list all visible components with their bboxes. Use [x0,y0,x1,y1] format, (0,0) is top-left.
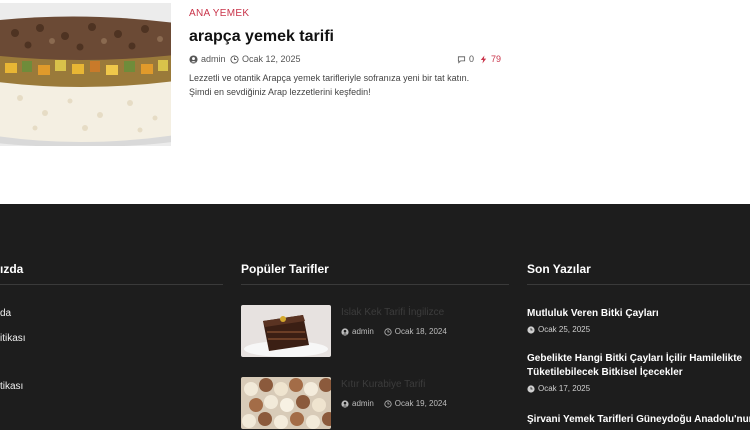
comments-meta[interactable]: 0 [457,54,474,64]
popular-recipe-author[interactable]: admin [341,399,374,408]
author-name: admin [352,327,374,336]
popular-recipe-title[interactable]: Kıtır Kurabiye Tarifi [341,379,425,390]
article-date: Ocak 12, 2025 [242,54,301,64]
recent-post-item[interactable]: Şirvani Yemek Tarifleri Güneydoğu Anadol… [527,413,750,427]
recent-post-title-text: Tüketilebilecek Bitkisel İçecekler [527,367,683,378]
author-name: admin [201,54,226,64]
recent-post-title[interactable]: Şirvani Yemek Tarifleri Güneydoğu Anadol… [527,413,750,427]
footer-link[interactable]: da [0,308,11,319]
chocolate-cake-image [241,305,331,357]
recent-post-title[interactable]: Gebelikte Hangi Bitki Çayları İçilir Ham… [527,352,750,380]
article-title[interactable]: arapça yemek tarifi [189,28,334,46]
clock-icon [230,54,239,64]
recent-post-title[interactable]: Mutluluk Veren Bitki Çayları [527,307,750,321]
comment-icon [457,55,466,64]
date-text: Ocak 18, 2024 [394,327,447,336]
popular-recipe-title[interactable]: Islak Kek Tarifi İngilizce [341,307,444,318]
comment-count: 0 [469,54,475,64]
clock-icon [527,325,535,334]
recent-posts-divider [527,284,750,285]
views-meta: 79 [479,54,501,64]
article-excerpt: Lezzetli ve otantik Arapça yemek tarifle… [189,71,489,99]
recent-post-title-text: Şirvani Yemek Tarifleri Güneydoğu Anadol… [527,414,750,425]
clock-icon [527,384,535,393]
recent-post-title-text: Mutluluk Veren Bitki Çayları [527,308,659,319]
recent-post-date: Ocak 17, 2025 [527,384,750,393]
view-count: 79 [491,54,502,64]
footer-link[interactable]: itikası [0,333,26,344]
popular-recipe-meta: admin Ocak 19, 2024 [341,399,447,408]
site-footer: ızda da itikası tikası Popüler Tarifler … [0,204,750,430]
clock-icon [384,327,392,336]
recent-post-title-text: Gebelikte Hangi Bitki Çayları İçilir Ham… [527,353,743,364]
popular-recipe-thumbnail[interactable] [241,305,331,357]
footer-link[interactable]: tikası [0,381,23,392]
excerpt-line-1: Lezzetli ve otantik Arapça yemek tarifle… [189,73,470,83]
date-text: Ocak 17, 2025 [538,384,591,393]
popular-recipe-date: Ocak 19, 2024 [384,399,447,408]
user-icon [341,327,349,336]
date-text: Ocak 19, 2024 [394,399,447,408]
footer-col1-divider [0,284,223,285]
author-meta[interactable]: admin [189,54,226,64]
user-icon [341,399,349,408]
cookies-image [241,377,331,429]
bolt-icon [480,54,487,64]
popular-recipe-item[interactable]: Kıtır Kurabiye Tarifi admin Ocak 19, 202… [241,377,511,429]
author-name: admin [352,399,374,408]
recent-post-item[interactable]: Mutluluk Veren Bitki Çayları Ocak 25, 20… [527,307,750,334]
excerpt-line-2: Şimdi en sevdiğiniz Arap lezzetlerini ke… [189,87,371,97]
footer-col1-heading: ızda [0,262,24,276]
popular-recipe-meta: admin Ocak 18, 2024 [341,327,447,336]
popular-recipe-date: Ocak 18, 2024 [384,327,447,336]
article-meta: admin Ocak 12, 2025 0 79 [189,54,501,68]
popular-recipe-item[interactable]: Islak Kek Tarifi İngilizce admin Ocak 18… [241,305,511,357]
category-label[interactable]: ANA YEMEK [189,8,249,19]
recent-post-item[interactable]: Gebelikte Hangi Bitki Çayları İçilir Ham… [527,352,750,393]
clock-icon [384,399,392,408]
popular-recipes-divider [241,284,509,285]
article-thumbnail[interactable] [0,3,171,146]
popular-recipe-thumbnail[interactable] [241,377,331,429]
rice-cake-image [0,3,171,146]
popular-recipes-heading: Popüler Tarifler [241,262,329,276]
popular-recipe-author[interactable]: admin [341,327,374,336]
date-meta: Ocak 12, 2025 [230,54,301,64]
user-icon [189,54,198,64]
recent-post-date: Ocak 25, 2025 [527,325,750,334]
date-text: Ocak 25, 2025 [538,325,591,334]
recent-posts-heading: Son Yazılar [527,262,591,276]
article-card: ANA YEMEK arapça yemek tarifi admin Ocak… [0,0,750,204]
